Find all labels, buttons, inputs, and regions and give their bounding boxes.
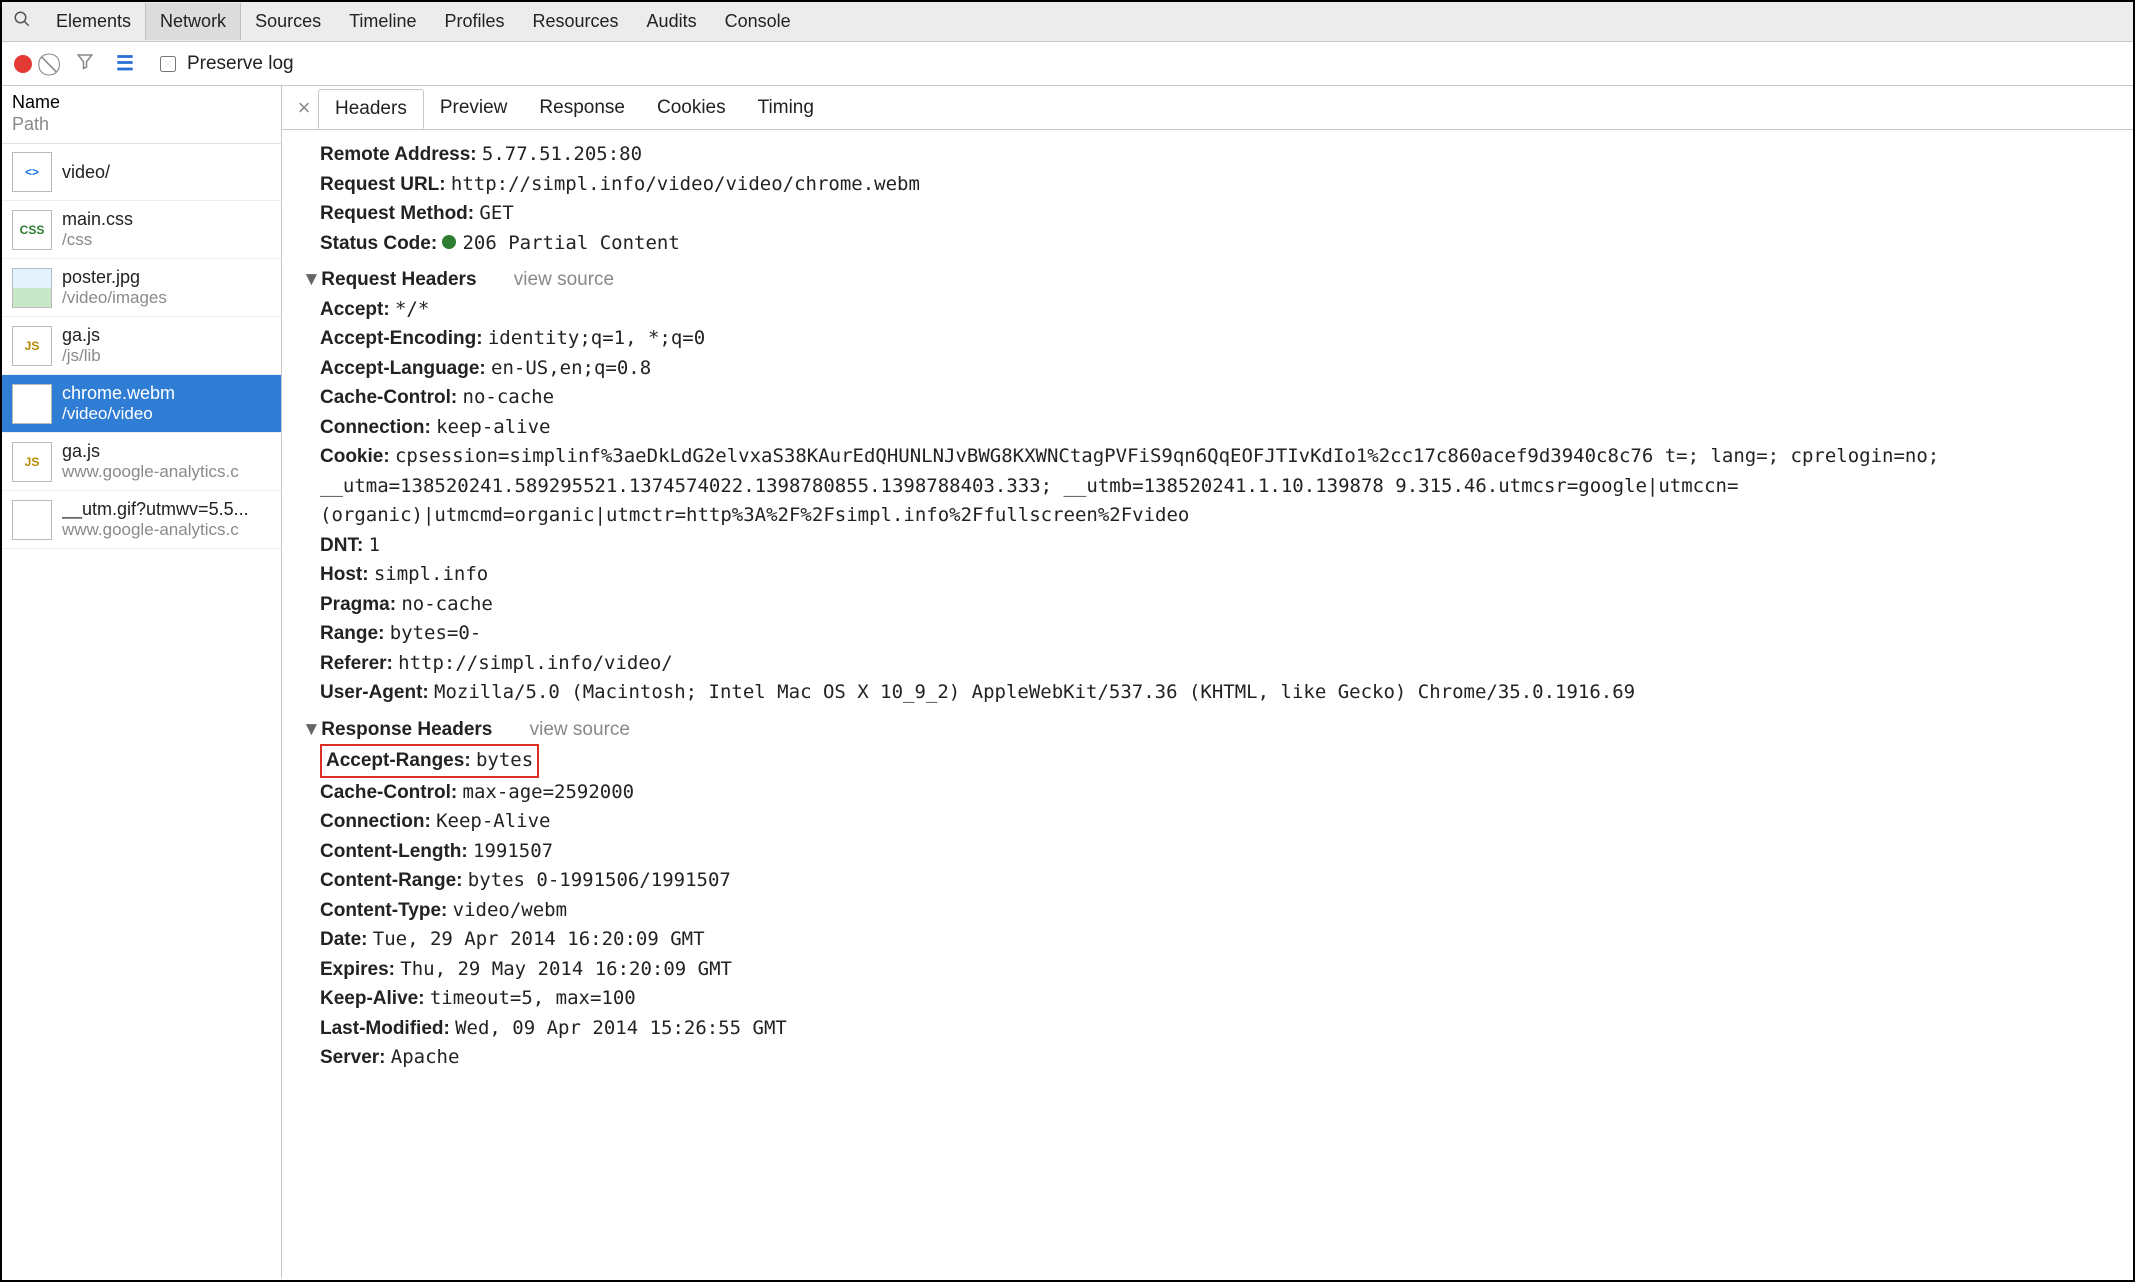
tab-timing[interactable]: Timing xyxy=(742,89,830,127)
tab-audits[interactable]: Audits xyxy=(633,3,711,40)
tab-response[interactable]: Response xyxy=(523,89,641,127)
header-row: Accept-Encoding: identity;q=1, *;q=0 xyxy=(320,324,2113,354)
file-type-icon xyxy=(12,384,52,424)
tab-sources[interactable]: Sources xyxy=(241,3,335,40)
request-details: × Headers Preview Response Cookies Timin… xyxy=(282,86,2133,1278)
summary-request-url: Request URL: http://simpl.info/video/vid… xyxy=(320,170,2113,200)
network-toolbar: ⃠ ☰ Preserve log xyxy=(2,42,2133,86)
header-row: Connection: keep-alive xyxy=(320,413,2113,443)
header-row: Keep-Alive: timeout=5, max=100 xyxy=(320,984,2113,1014)
header-row: Cache-Control: no-cache xyxy=(320,383,2113,413)
request-path: www.google-analytics.c xyxy=(62,462,239,482)
devtools-top-tabs: Elements Network Sources Timeline Profil… xyxy=(2,2,2133,42)
header-row: DNT: 1 xyxy=(320,531,2113,561)
request-path: /css xyxy=(62,230,133,250)
header-row: Cookie: cpsession=simplinf%3aeDkLdG2elvx… xyxy=(320,442,2113,531)
tab-resources[interactable]: Resources xyxy=(519,3,633,40)
header-row: Last-Modified: Wed, 09 Apr 2014 15:26:55… xyxy=(320,1014,2113,1044)
header-row: Expires: Thu, 29 May 2014 16:20:09 GMT xyxy=(320,955,2113,985)
file-type-icon xyxy=(12,268,52,308)
header-row: Pragma: no-cache xyxy=(320,590,2113,620)
tab-cookies[interactable]: Cookies xyxy=(641,89,742,127)
request-name: ga.js xyxy=(62,325,101,346)
search-icon[interactable] xyxy=(2,10,42,34)
summary-remote-address: Remote Address: 5.77.51.205:80 xyxy=(320,140,2113,170)
tab-console[interactable]: Console xyxy=(711,3,805,40)
header-row: Cache-Control: max-age=2592000 xyxy=(320,778,2113,808)
summary-request-method: Request Method: GET xyxy=(320,199,2113,229)
disclosure-triangle-icon[interactable]: ▼ xyxy=(302,716,316,745)
request-row[interactable]: <> video/ xyxy=(2,144,281,201)
preserve-log-toggle[interactable]: Preserve log xyxy=(156,53,294,75)
tab-headers[interactable]: Headers xyxy=(318,89,424,129)
file-type-icon: <> xyxy=(12,152,52,192)
view-list-icon[interactable]: ☰ xyxy=(116,51,134,76)
summary-status-code: Status Code: 206 Partial Content xyxy=(320,229,2113,259)
header-row: Date: Tue, 29 Apr 2014 16:20:09 GMT xyxy=(320,925,2113,955)
filter-icon[interactable] xyxy=(76,52,94,75)
file-type-icon xyxy=(12,500,52,540)
request-name: poster.jpg xyxy=(62,267,167,288)
view-source-link[interactable]: view source xyxy=(514,269,614,290)
request-name: ga.js xyxy=(62,441,239,462)
request-path: /video/images xyxy=(62,288,167,308)
header-row: Content-Range: bytes 0-1991506/1991507 xyxy=(320,866,2113,896)
header-row: Accept-Language: en-US,en;q=0.8 xyxy=(320,354,2113,384)
tab-profiles[interactable]: Profiles xyxy=(430,3,518,40)
request-path: /js/lib xyxy=(62,346,101,366)
detail-tabs: × Headers Preview Response Cookies Timin… xyxy=(282,86,2133,130)
request-path: www.google-analytics.c xyxy=(62,520,249,540)
request-row[interactable]: poster.jpg/video/images xyxy=(2,259,281,317)
preserve-log-checkbox[interactable] xyxy=(160,56,176,72)
header-row: Accept-Ranges: bytes xyxy=(320,744,2113,778)
request-row[interactable]: JS ga.jswww.google-analytics.c xyxy=(2,433,281,491)
disclosure-triangle-icon[interactable]: ▼ xyxy=(302,266,316,295)
header-row: Host: simpl.info xyxy=(320,560,2113,590)
file-type-icon: CSS xyxy=(12,210,52,250)
header-row: User-Agent: Mozilla/5.0 (Macintosh; Inte… xyxy=(320,678,2113,708)
header-row: Server: Apache xyxy=(320,1043,2113,1073)
header-row: Range: bytes=0- xyxy=(320,619,2113,649)
header-row: Content-Type: video/webm xyxy=(320,896,2113,926)
header-row: Referer: http://simpl.info/video/ xyxy=(320,649,2113,679)
request-headers-section[interactable]: ▼ Request Headers view source xyxy=(302,266,2113,295)
request-row[interactable]: JS ga.js/js/lib xyxy=(2,317,281,375)
preserve-log-label: Preserve log xyxy=(187,53,294,75)
file-type-icon: JS xyxy=(12,442,52,482)
tab-network[interactable]: Network xyxy=(145,3,241,40)
request-row[interactable]: __utm.gif?utmwv=5.5...www.google-analyti… xyxy=(2,491,281,549)
close-icon[interactable]: × xyxy=(290,95,318,121)
tab-timeline[interactable]: Timeline xyxy=(335,3,430,40)
request-row[interactable]: chrome.webm/video/video xyxy=(2,375,281,433)
record-button[interactable] xyxy=(14,55,32,73)
file-type-icon: JS xyxy=(12,326,52,366)
tab-preview[interactable]: Preview xyxy=(424,89,524,127)
header-row: Content-Length: 1991507 xyxy=(320,837,2113,867)
request-list-header[interactable]: Name Path xyxy=(2,86,281,144)
request-name: chrome.webm xyxy=(62,383,175,404)
header-row: Accept: */* xyxy=(320,295,2113,325)
header-name: Name xyxy=(12,92,271,114)
tab-elements[interactable]: Elements xyxy=(42,3,145,40)
request-name: video/ xyxy=(62,162,110,183)
header-path: Path xyxy=(12,114,271,136)
request-name: main.css xyxy=(62,209,133,230)
response-headers-section[interactable]: ▼ Response Headers view source xyxy=(302,716,2113,745)
request-list: Name Path <> video/CSS main.css/css poster.… xyxy=(2,86,282,1278)
request-row[interactable]: CSS main.css/css xyxy=(2,201,281,259)
view-source-link[interactable]: view source xyxy=(530,719,630,740)
header-row: Connection: Keep-Alive xyxy=(320,807,2113,837)
status-dot-icon xyxy=(442,235,456,249)
request-name: __utm.gif?utmwv=5.5... xyxy=(62,499,249,520)
request-path: /video/video xyxy=(62,404,175,424)
